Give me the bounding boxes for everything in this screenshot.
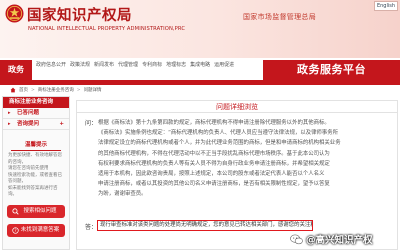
no-answer-button[interactable]: ? 未找到满意答案 — [7, 223, 65, 237]
watermark: @高兴知识产权 — [290, 232, 373, 246]
watermark-text: @高兴知识产权 — [306, 235, 373, 246]
nav-item[interactable]: 专利商标 — [142, 60, 162, 70]
tip-divider — [11, 150, 61, 151]
question-text: 根据《商标法》第十九条第四款的规定，商标代理机构不得申请注册除代理服务以外的其他… — [98, 118, 391, 200]
tip-line: 为更加快捷、有效地解答您的咨询， — [8, 153, 62, 165]
button-label: 未找到满意答案 — [20, 226, 60, 233]
nav-item[interactable]: 集成电路 — [190, 60, 210, 70]
caret-right-icon: ▸ — [8, 110, 11, 116]
parent-agency-name[interactable]: 国家市场监督管理总局 — [243, 12, 316, 22]
svg-text:?: ? — [14, 228, 16, 233]
panel-title: 问题详细浏览 — [77, 101, 397, 113]
question-line: 法律规定设立的商标代理机构或者个人，并为此代理业务范围的商标，但是和申请商标的机… — [98, 140, 341, 147]
breadcrumb-item: 问题详情 — [83, 88, 102, 93]
nav-item[interactable]: 新闻发布 — [94, 60, 114, 70]
main-navigation: 政务 政府信息公开 政策法规 新闻发布 代理管理 专利商标 地理标志 集成电路 … — [0, 60, 400, 80]
site-name-english: NATIONAL INTELLECTUAL PROPERTY ADMINISTR… — [28, 26, 186, 32]
site-name: 国家知识产权局 — [27, 7, 132, 24]
nav-item[interactable]: 代理管理 — [118, 60, 138, 70]
button-label: 搜索相似问题 — [23, 207, 57, 214]
search-similar-button[interactable]: 搜索相似问题 — [7, 204, 65, 218]
question-detail-panel: 问题详细浏览 问： 根据《商标法》第十九条第四款的规定，商标代理机构不得申请注册… — [76, 100, 398, 250]
site-header: 国家知识产权局 NATIONAL INTELLECTUAL PROPERTY A… — [0, 0, 400, 58]
question-line: 有权利要求商标代理机构的负责人等有关人员不得为自身行政业务申请注册商标，并希望相… — [98, 160, 330, 167]
sidebar-item-label: 咨询提问 — [17, 121, 40, 127]
english-language-button[interactable]: English — [374, 1, 398, 11]
answer-label: 答： — [85, 224, 98, 231]
question-label: 问： — [85, 120, 98, 127]
question-line: 申请注册商标，或者以其投资的其他公司名义申请注册商标，是否有相关限制性规定，望予… — [98, 181, 330, 188]
tip-line: 如未能找到答案再进行咨询。 — [8, 185, 58, 198]
breadcrumb: 首页 > 商标注册业务咨询 > 问题详情 — [10, 86, 102, 94]
question-icon: ? — [12, 226, 19, 234]
tip-title: 温馨提示 — [24, 142, 47, 148]
nav-item[interactable]: 运用促进 — [214, 60, 234, 70]
search-icon — [12, 207, 19, 215]
caret-right-icon: ▸ — [8, 121, 11, 127]
nav-item[interactable]: 政府信息公开 — [36, 60, 66, 70]
answer-text: 现行审查标准对该类问题的处理尚无明确规定，您的意见已转达相关部门，感谢您的关注和… — [97, 220, 313, 231]
sidebar-title: 商标注册业务咨询 — [3, 97, 69, 108]
breadcrumb-item[interactable]: 首页 — [19, 87, 28, 93]
tip-line: 快速检索功能，或者查看已答问题， — [8, 172, 62, 185]
sidebar-item-ask[interactable]: ▸ 咨询提问 + — [3, 119, 69, 130]
sidebar-item-label: 已答问题 — [17, 110, 40, 116]
header-divider — [0, 80, 400, 85]
breadcrumb-separator: > — [31, 87, 35, 93]
nav-section-label: 政务 — [0, 60, 32, 80]
question-line: 的其他商标代理机构，不得在代理活动中以不正当手段扰乱商标代理市场秩序。基于此本公… — [98, 150, 330, 157]
breadcrumb-separator: > — [76, 87, 81, 93]
expand-plus-icon[interactable]: + — [59, 119, 64, 130]
national-emblem-icon — [5, 4, 24, 23]
service-platform-link[interactable]: 政务服务平台 — [263, 60, 400, 80]
nav-item[interactable]: 地理标志 — [166, 60, 186, 70]
question-line: 适用于本机构，因此欲咨询贵局，按照上述规定，本公司的股东或者法定代表人能否以个人… — [98, 171, 325, 178]
nav-item-list: 政府信息公开 政策法规 新闻发布 代理管理 专利商标 地理标志 集成电路 运用促… — [36, 60, 234, 80]
question-line: 为盼，谢谢审查员。 — [98, 191, 147, 198]
sidebar: 商标注册业务咨询 ▸ 已答问题 ▸ 咨询提问 + 温馨提示 为更加快捷、有效地解… — [2, 96, 70, 250]
breadcrumb-item[interactable]: 商标注册业务咨询 — [38, 87, 74, 93]
question-line: 《商标法》实施条例也规定：“商标代理机构的负责人、代理人员应当遵守法律法规，以及… — [98, 130, 338, 137]
home-icon — [10, 87, 16, 93]
wechat-icon — [290, 234, 303, 244]
tip-text: 为更加快捷、有效地解答您的咨询， 请您在咨询前先使用 快速检索功能，或者查看已答… — [3, 153, 69, 199]
sidebar-item-answered[interactable]: ▸ 已答问题 — [3, 108, 69, 119]
question-line: 根据《商标法》第十九条第四款的规定，商标代理机构不得申请注册除代理服务以外的其他… — [98, 120, 330, 126]
nav-item[interactable]: 政策法规 — [70, 60, 90, 70]
